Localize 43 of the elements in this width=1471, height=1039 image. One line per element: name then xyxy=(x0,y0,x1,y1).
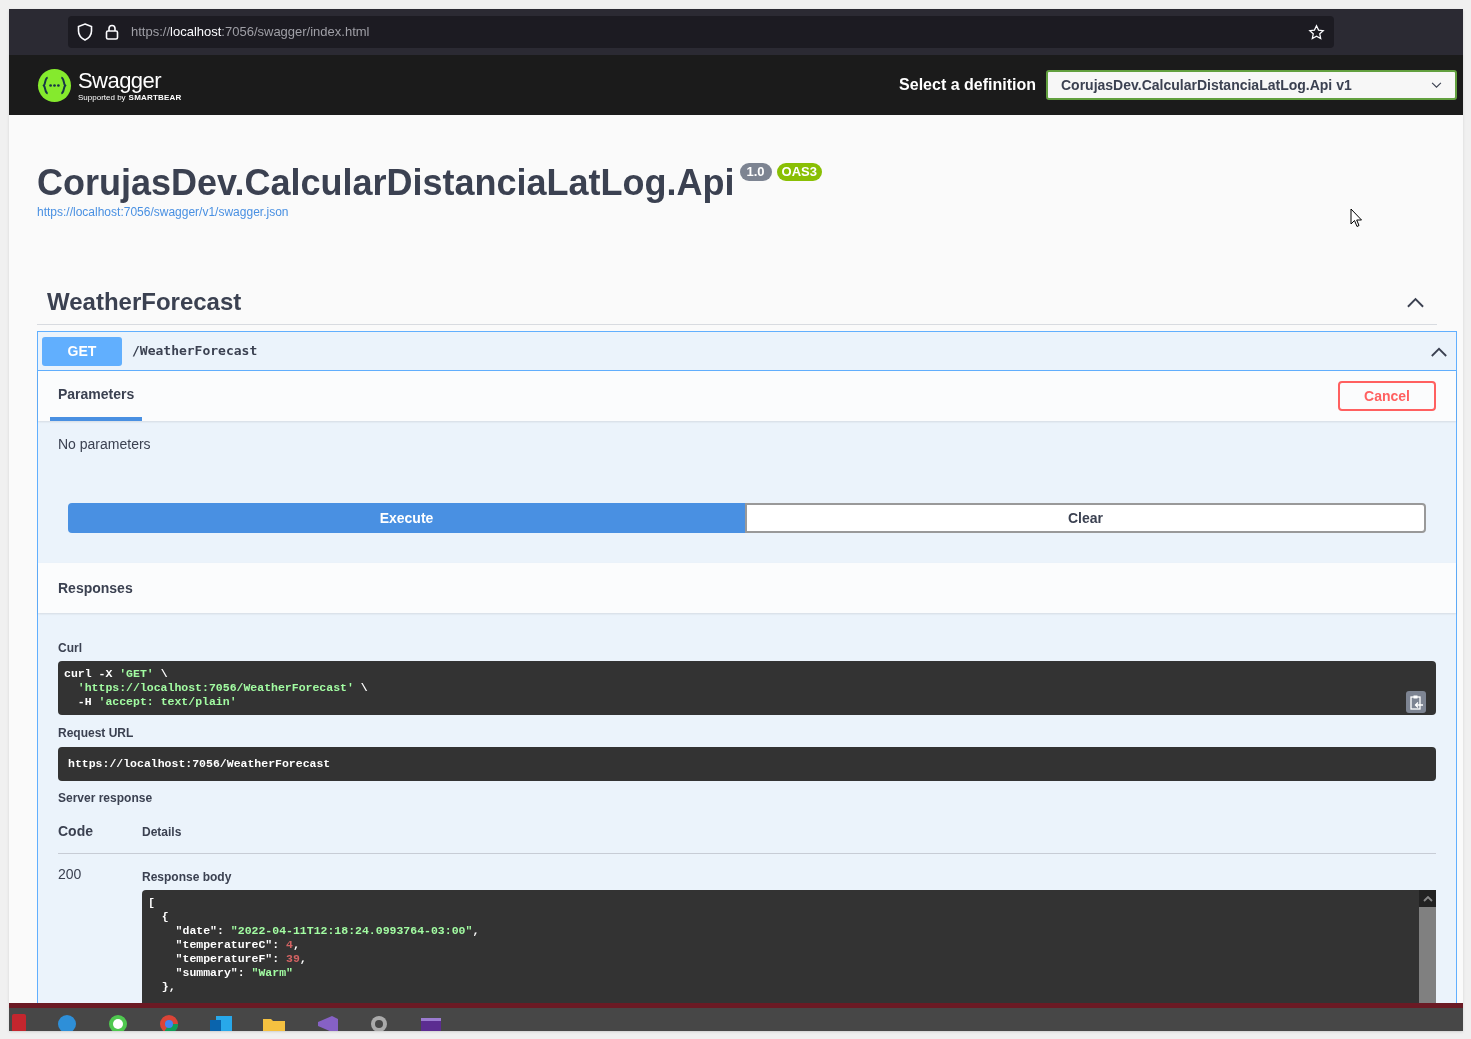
cursor-icon xyxy=(1350,208,1363,228)
url-text: https://localhost:7056/swagger/index.html xyxy=(131,23,371,42)
column-header: Details xyxy=(142,823,182,841)
column-header: Code xyxy=(58,822,94,841)
method-badge: GET xyxy=(42,336,122,366)
definition-select[interactable]: CorujasDev.CalcularDistanciaLatLog.Api v1 xyxy=(1046,70,1457,100)
lock-icon[interactable] xyxy=(105,24,119,40)
mail-icon[interactable] xyxy=(210,1014,232,1031)
server-response-label: Server response xyxy=(58,791,154,805)
chevron-up-icon[interactable] xyxy=(1406,295,1425,308)
api-title: CorujasDev.CalcularDistanciaLatLog.Api xyxy=(37,161,735,205)
browser-icon[interactable] xyxy=(159,1014,179,1031)
request-url: https://localhost:7056/WeatherForecast xyxy=(68,756,331,773)
version-badge: 1.0 xyxy=(739,163,772,181)
parameters-tab[interactable]: Parameters xyxy=(50,371,143,421)
curl-code: curl -X 'GET' \ 'https://localhost:7056/WeatherForecast' \ -H 'accept: text/plain' xyxy=(64,667,368,709)
scroll-up-icon[interactable] xyxy=(1422,895,1433,902)
clipboard-icon[interactable] xyxy=(1406,691,1426,713)
response-body-code: [ { "date": "2022-04-11T12:18:24.0993764-03:00", "temperatureC": 4, "temperatureF": 39, "summary": "Warm" }, xyxy=(148,896,481,994)
address-bar[interactable]: https://localhost:7056/swagger/index.html xyxy=(68,16,1334,48)
logo-subtext: Supported by xyxy=(78,92,126,102)
response-code: 200 xyxy=(58,865,83,884)
logo-brand: SMARTBEAR xyxy=(128,92,182,102)
chat-icon[interactable] xyxy=(108,1014,128,1031)
oas-badge: OAS3 xyxy=(776,163,822,181)
no-parameters-text: No parameters xyxy=(58,435,152,454)
gear-icon[interactable] xyxy=(369,1014,389,1031)
responses-heading: Responses xyxy=(58,578,133,598)
scrollbar[interactable] xyxy=(1419,890,1436,1003)
response-body-label: Response body xyxy=(142,870,233,884)
app-icon[interactable] xyxy=(57,1014,77,1031)
logo-icon xyxy=(37,67,72,103)
shield-icon[interactable] xyxy=(77,23,93,41)
chevron-up-icon[interactable] xyxy=(1430,345,1448,357)
clear-button[interactable]: Clear xyxy=(745,503,1426,533)
chevron-down-icon[interactable] xyxy=(1431,81,1442,89)
logo-text: Swagger xyxy=(78,68,162,93)
operation-path: /WeatherForecast xyxy=(132,342,259,361)
curl-label: Curl xyxy=(58,641,83,655)
definition-label: Select a definition xyxy=(899,75,1036,95)
tag-header[interactable]: WeatherForecast xyxy=(37,279,1437,325)
request-url-label: Request URL xyxy=(58,726,135,740)
star-icon[interactable] xyxy=(1308,23,1325,41)
